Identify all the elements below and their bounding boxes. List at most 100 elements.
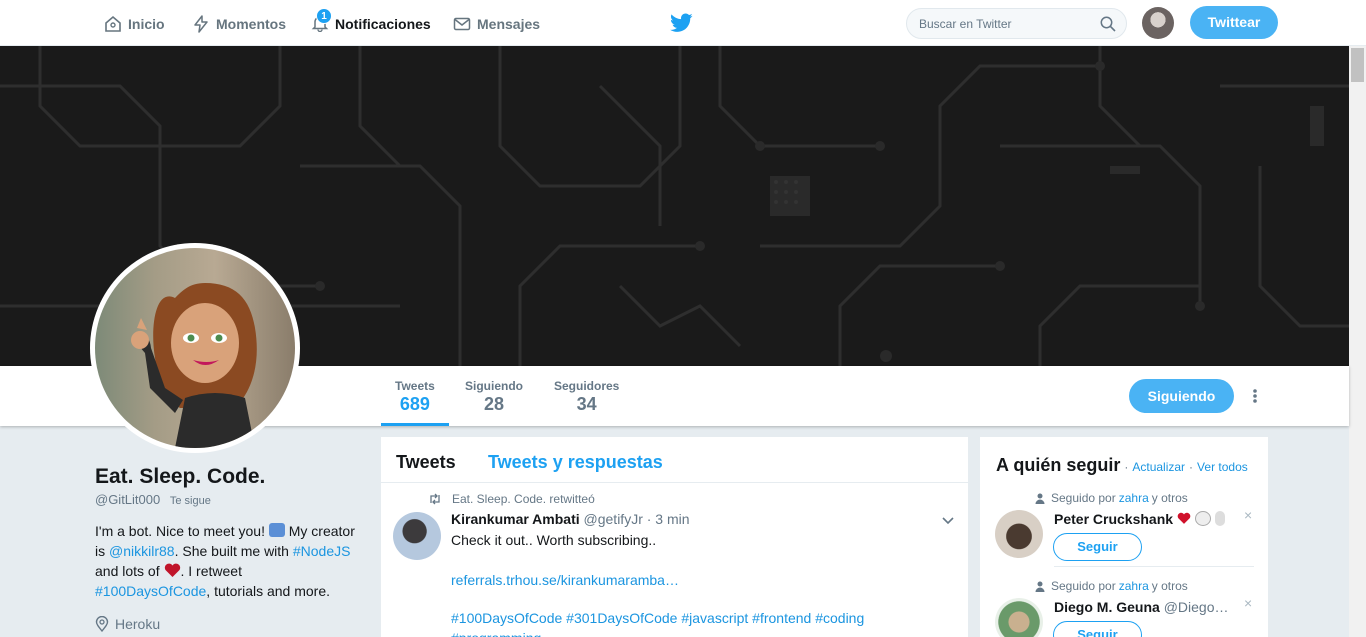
who-to-follow-panel: A quién seguir · Actualizar · Ver todos …	[980, 437, 1268, 637]
bio-text: and lots of	[95, 563, 164, 579]
tweet-timestamp[interactable]: · 3 min	[647, 511, 690, 527]
timeline-tabs: Tweets Tweets y respuestas	[381, 437, 968, 483]
view-all-link[interactable]: Ver todos	[1197, 460, 1248, 474]
context-prefix: Seguido por	[1051, 491, 1116, 505]
bio-text: I'm a bot. Nice to meet you!	[95, 523, 269, 539]
retweet-icon	[430, 493, 440, 505]
stat-tweets-value: 689	[399, 394, 430, 414]
follow-button[interactable]: Seguir	[1053, 621, 1142, 637]
nav-moments[interactable]: Momentos	[192, 13, 286, 35]
nav-home-label: Inicio	[128, 16, 165, 32]
tweet-text: Check it out.. Worth subscribing..	[451, 532, 657, 548]
tab-tweets[interactable]: Tweets	[396, 452, 456, 473]
notification-count-badge: 1	[316, 7, 332, 24]
tweet-author-handle[interactable]: @getifyJr	[584, 511, 643, 527]
scrollbar-thumb[interactable]	[1351, 48, 1364, 82]
stat-followers[interactable]: Seguidores 34	[554, 379, 619, 415]
envelope-icon	[453, 17, 471, 31]
stat-following[interactable]: Siguiendo 28	[465, 379, 523, 415]
profile-handle[interactable]: @GitLit000	[95, 492, 160, 507]
who-to-follow-header: A quién seguir · Actualizar · Ver todos	[996, 455, 1248, 476]
suggestion-name-line: Peter Cruckshank	[1054, 511, 1225, 527]
bio-mention-link[interactable]: @nikkilr88	[109, 543, 175, 559]
nav-moments-label: Momentos	[216, 16, 286, 32]
suggestion-avatar[interactable]	[995, 598, 1043, 637]
nav-notifications[interactable]: 1 Notificaciones	[311, 7, 431, 35]
nav-messages[interactable]: Mensajes	[453, 13, 540, 35]
context-user-link[interactable]: zahra	[1119, 579, 1149, 593]
dog-emoji-icon	[1214, 511, 1225, 526]
nav-messages-label: Mensajes	[477, 16, 541, 32]
refresh-link[interactable]: Actualizar	[1132, 460, 1185, 474]
search-box[interactable]	[906, 8, 1127, 39]
heart-emoji-icon	[164, 563, 180, 577]
retweet-context-text[interactable]: Eat. Sleep. Code. retwitteó	[452, 492, 595, 506]
tweet-author-name[interactable]: Kirankumar Ambati	[451, 511, 580, 527]
top-navigation-bar: Inicio Momentos 1 Notificaciones Mensaje…	[0, 0, 1366, 46]
suggestion-context: Seguido por zahra y otros	[1035, 491, 1188, 505]
profile-name[interactable]: Eat. Sleep. Code.	[95, 465, 265, 489]
separator: ·	[1189, 460, 1194, 474]
context-prefix: Seguido por	[1051, 579, 1116, 593]
suggestion-name[interactable]: Diego M. Geuna	[1054, 599, 1160, 615]
context-suffix[interactable]: y otros	[1152, 579, 1188, 593]
bio-hashtag-link[interactable]: #NodeJS	[293, 543, 351, 559]
divider	[1054, 566, 1254, 567]
stat-following-label: Siguiendo	[465, 379, 523, 393]
heart-emoji-icon	[1177, 512, 1191, 524]
stat-followers-value: 34	[576, 394, 597, 414]
bio-text: . She built me with	[174, 543, 293, 559]
suggestion-handle[interactable]: @Diego…	[1164, 599, 1229, 615]
suggestion-item: Seguido por zahra y otros Diego M. Geuna…	[980, 579, 1268, 637]
more-options-icon[interactable]	[1250, 386, 1260, 406]
profile-location: Heroku	[95, 616, 160, 632]
profile-handle-line: @GitLit000 Te sigue	[95, 492, 211, 507]
tweet-button[interactable]: Twittear	[1190, 6, 1278, 39]
home-icon	[105, 15, 121, 32]
account-avatar[interactable]	[1142, 7, 1174, 39]
page-scrollbar[interactable]	[1349, 46, 1366, 637]
separator: ·	[1124, 460, 1129, 474]
retweet-context: Eat. Sleep. Code. retwitteó	[428, 492, 595, 506]
context-suffix[interactable]: y otros	[1152, 491, 1188, 505]
person-icon	[1035, 581, 1045, 592]
dismiss-icon[interactable]: ×	[1244, 507, 1252, 523]
tweet-hashtags[interactable]: #100DaysOfCode #301DaysOfCode #javascrip…	[451, 608, 931, 637]
follow-button[interactable]: Seguir	[1053, 533, 1142, 561]
person-icon	[1035, 493, 1045, 504]
stat-tweets[interactable]: Tweets 689	[381, 379, 449, 426]
nav-home[interactable]: Inicio	[104, 13, 165, 35]
suggestion-name[interactable]: Peter Cruckshank	[1054, 511, 1173, 527]
tweet-author-avatar[interactable]	[393, 512, 441, 560]
bio-text: . I retweet	[180, 563, 242, 579]
nav-notifications-label: Notificaciones	[335, 16, 431, 32]
search-input[interactable]	[907, 9, 1087, 38]
timeline-panel: Tweets Tweets y respuestas Eat. Sleep. C…	[381, 437, 968, 637]
location-pin-icon	[95, 616, 109, 632]
dismiss-icon[interactable]: ×	[1244, 595, 1252, 611]
robot-emoji-icon	[268, 523, 285, 537]
context-user-link[interactable]: zahra	[1119, 491, 1149, 505]
suggestion-context: Seguido por zahra y otros	[1035, 579, 1188, 593]
profile-avatar[interactable]	[90, 243, 300, 453]
dog-emoji-icon	[1194, 511, 1211, 526]
chevron-down-icon[interactable]	[942, 517, 954, 525]
suggestion-avatar[interactable]	[995, 510, 1043, 558]
tab-tweets-and-replies[interactable]: Tweets y respuestas	[488, 452, 663, 473]
bitmoji-avatar-image	[95, 248, 295, 448]
bio-text: , tutorials and more.	[206, 583, 331, 599]
stat-followers-label: Seguidores	[554, 379, 620, 393]
following-button[interactable]: Siguiendo	[1129, 379, 1234, 413]
tweet-header: Kirankumar Ambati @getifyJr · 3 min	[451, 511, 690, 527]
who-to-follow-title: A quién seguir	[996, 455, 1121, 475]
tweet-link[interactable]: referrals.trhou.se/kirankumaramba…	[451, 570, 679, 590]
suggestion-item: Seguido por zahra y otros Peter Crucksha…	[980, 491, 1268, 577]
twitter-logo-icon[interactable]	[670, 13, 693, 38]
profile-bio: I'm a bot. Nice to meet you! My creator …	[95, 521, 355, 601]
suggestion-name-line: Diego M. Geuna @Diego…	[1054, 599, 1228, 615]
follows-you-label: Te sigue	[169, 495, 211, 507]
search-icon[interactable]	[1100, 16, 1116, 32]
lightning-icon	[194, 15, 208, 33]
stat-following-value: 28	[483, 394, 505, 414]
bio-hashtag-link[interactable]: #100DaysOfCode	[95, 583, 206, 599]
